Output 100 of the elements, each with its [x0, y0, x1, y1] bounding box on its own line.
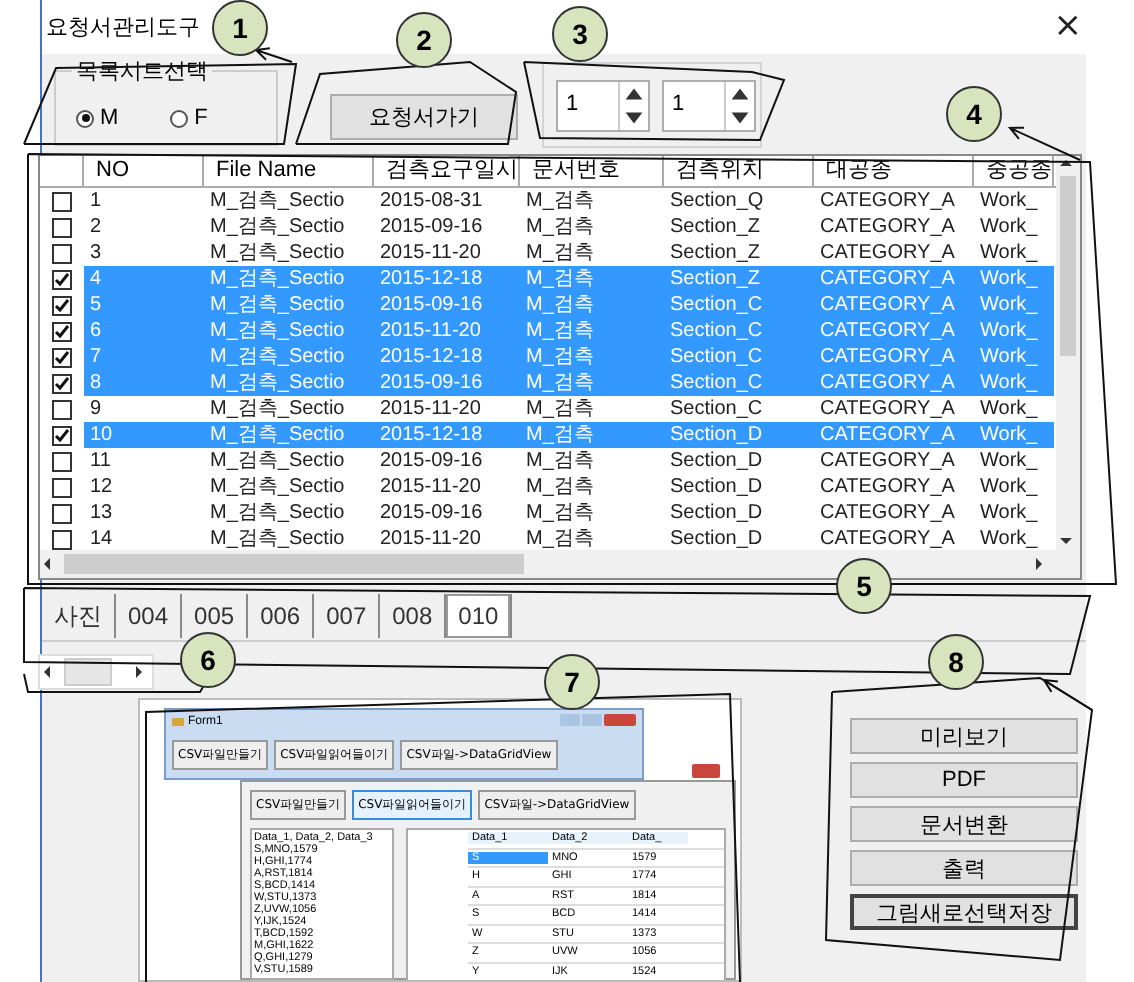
table-cell-text: Section_Q: [668, 188, 766, 214]
table-cell-text: M_검측: [524, 396, 596, 422]
table-cell-text: 2015-09-16: [378, 500, 485, 526]
table-cell-text: Work_: [978, 526, 1040, 552]
table-cell-text: M_검측_Sectio: [208, 500, 347, 526]
table-cell: CATEGORY_A: [814, 370, 974, 396]
radio-option[interactable]: F: [170, 106, 208, 130]
table-cell-text: M_검측: [524, 448, 596, 474]
row-checkbox[interactable]: [52, 191, 72, 211]
table-cell-text: Section_D: [668, 474, 765, 500]
row-checkbox[interactable]: [52, 321, 72, 341]
close-button[interactable]: ×: [1045, 10, 1090, 44]
table-cell-text: Work_: [978, 214, 1040, 240]
table-cell: 10: [84, 422, 204, 448]
tab-scrollbar[interactable]: [38, 654, 154, 690]
row-checkbox[interactable]: [52, 243, 72, 263]
table-cell: 6: [84, 318, 204, 344]
callout-badge: 1: [212, 0, 268, 56]
row-checkbox[interactable]: [52, 399, 72, 419]
row-checkbox[interactable]: [52, 347, 72, 367]
sheet-tab[interactable]: 007: [314, 594, 381, 638]
table-cell: M_검측: [520, 266, 664, 292]
table-cell-text: 2015-09-16: [378, 214, 485, 240]
table-cell-text: Work_: [978, 448, 1040, 474]
table-cell: M_검측: [520, 292, 664, 318]
column-header[interactable]: 문서번호: [520, 156, 664, 186]
table-cell: M_검측: [520, 370, 664, 396]
table-cell: M_검측: [520, 422, 664, 448]
action-button[interactable]: 출력: [850, 850, 1078, 886]
go-request-button[interactable]: 요청서가기: [330, 94, 518, 140]
action-button[interactable]: PDF: [850, 762, 1078, 798]
table-cell-text: 2015-09-16: [378, 448, 485, 474]
radio-option[interactable]: M: [76, 106, 119, 130]
group-title: 목록시트선택: [72, 56, 212, 86]
table-cell-text: M_검측: [524, 526, 596, 552]
table-cell-text: CATEGORY_A: [818, 448, 957, 474]
table-cell-text: CATEGORY_A: [818, 188, 957, 214]
callout-badge: 3: [552, 6, 608, 62]
table-cell: 2015-12-18: [374, 266, 520, 292]
table-cell-text: Work_: [978, 240, 1040, 266]
sheet-tab[interactable]: 사진: [42, 594, 116, 638]
action-button[interactable]: 그림새로선택저장: [850, 894, 1078, 930]
table-cell: CATEGORY_A: [814, 266, 974, 292]
table-cell-text: M_검측_Sectio: [208, 214, 347, 240]
callout-arrow: [1042, 678, 1093, 711]
row-checkbox[interactable]: [52, 217, 72, 237]
action-button[interactable]: 미리보기: [850, 718, 1078, 754]
scroll-up-arrow-icon[interactable]: [1056, 156, 1076, 172]
table-cell-text: M_검측_Sectio: [208, 526, 347, 552]
table-cell-text: M_검측: [524, 188, 596, 214]
action-button[interactable]: 문서변환: [850, 806, 1078, 842]
column-header[interactable]: 검측위치: [664, 156, 814, 186]
table-cell-text: CATEGORY_A: [818, 526, 957, 552]
callout-badge: 2: [396, 12, 452, 68]
row-checkbox[interactable]: [52, 529, 72, 549]
table-cell: M_검측: [520, 344, 664, 370]
table-cell-text: M_검측: [524, 214, 596, 240]
table-cell-text: M_검측_Sectio: [208, 448, 347, 474]
horizontal-scrollbar[interactable]: [40, 550, 1080, 578]
sheet-tab[interactable]: 010: [446, 594, 513, 638]
table-cell: 8: [84, 370, 204, 396]
table-cell: CATEGORY_A: [814, 292, 974, 318]
sheet-tab[interactable]: 004: [116, 594, 183, 638]
table-cell-text: 2015-11-20: [378, 396, 483, 422]
app-icon: [172, 716, 184, 728]
table-cell: Work_: [974, 344, 1054, 370]
table-cell-text: Section_Z: [668, 240, 763, 266]
table-cell-text: 2015-11-20: [378, 240, 483, 266]
number-spinner[interactable]: 1: [662, 79, 756, 131]
table-cell-text: 13: [88, 500, 115, 526]
column-header[interactable]: 검측요구일시: [374, 156, 520, 186]
column-header[interactable]: NO: [84, 156, 204, 186]
row-checkbox[interactable]: [52, 503, 72, 523]
table-cell-text: Work_: [978, 188, 1040, 214]
table-cell: Work_: [974, 422, 1054, 448]
table-cell-text: Section_D: [668, 526, 765, 552]
sheet-tab[interactable]: 006: [248, 594, 315, 638]
row-checkbox[interactable]: [52, 425, 72, 445]
table-cell: Section_C: [664, 292, 814, 318]
row-checkbox[interactable]: [52, 373, 72, 393]
table-cell-text: 2: [88, 214, 104, 240]
table-cell: M_검측: [520, 318, 664, 344]
column-header[interactable]: File Name: [204, 156, 374, 186]
table-cell-text: 2015-11-20: [378, 474, 483, 500]
scroll-down-arrow-icon[interactable]: [1056, 534, 1076, 550]
row-checkbox[interactable]: [52, 269, 72, 289]
table-cell: 5: [84, 292, 204, 318]
table-cell-text: M_검측_Sectio: [208, 396, 347, 422]
row-checkbox[interactable]: [52, 451, 72, 471]
table-cell: Work_: [974, 370, 1054, 396]
table-cell-text: M_검측_Sectio: [208, 188, 347, 214]
row-checkbox[interactable]: [52, 477, 72, 497]
row-checkbox[interactable]: [52, 295, 72, 315]
table-cell-text: CATEGORY_A: [818, 500, 957, 526]
table-cell-text: 9: [88, 396, 104, 422]
table-cell-text: 1: [88, 188, 104, 214]
table-cell: Work_: [974, 292, 1054, 318]
number-spinner[interactable]: 1: [556, 79, 650, 131]
table-cell: Section_C: [664, 370, 814, 396]
vertical-scrollbar[interactable]: [1056, 156, 1080, 550]
